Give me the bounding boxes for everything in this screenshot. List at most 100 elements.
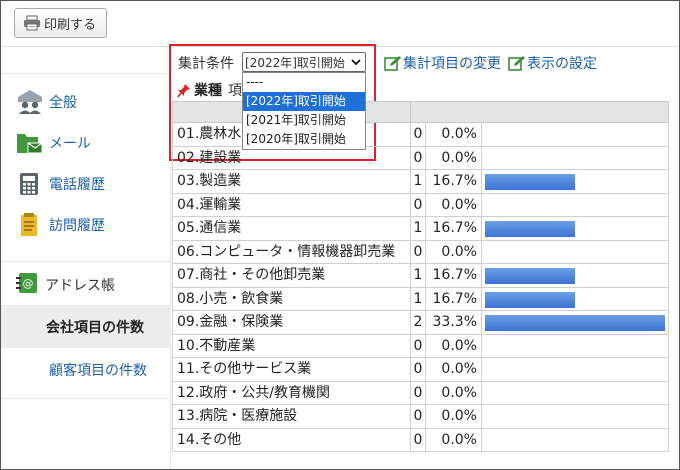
bar-cell: [481, 334, 669, 358]
industry-name-cell: 10.不動産業: [172, 334, 410, 358]
sidebar-item-label: 会社項目の件数: [46, 320, 144, 336]
percent-cell: 16.7%: [425, 287, 481, 311]
printer-icon: [24, 15, 40, 31]
table-row: 09.金融・保険業 2 33.3%: [172, 311, 669, 335]
percent-cell: 16.7%: [425, 264, 481, 288]
bar-cell: [481, 405, 669, 429]
table-row: 05.通信業 1 16.7%: [172, 217, 669, 241]
percent-cell: 0.0%: [425, 123, 481, 147]
bar-cell: [481, 264, 669, 288]
table-row: 07.商社・その他卸売業 1 16.7%: [172, 264, 669, 288]
sidebar-item-address-book[interactable]: @ アドレス帳: [1, 261, 171, 303]
industry-name-cell: 04.運輸業: [172, 193, 410, 217]
count-cell: 1: [410, 217, 425, 241]
bar-cell: [481, 217, 669, 241]
sidebar-item-phone-history[interactable]: 電話履歴: [1, 164, 171, 204]
sidebar-item-label: 電話履歴: [49, 177, 105, 193]
svg-text:@: @: [23, 277, 34, 290]
count-cell: 0: [410, 405, 425, 429]
count-cell: 0: [410, 334, 425, 358]
bar-cell: [481, 193, 669, 217]
bar-cell: [481, 240, 669, 264]
sidebar-header: [1, 47, 171, 74]
display-settings-link[interactable]: 表示の設定: [508, 53, 597, 73]
print-button-label: 印刷する: [44, 17, 97, 33]
count-cell: 1: [410, 170, 425, 194]
percent-cell: 0.0%: [425, 334, 481, 358]
table-row: 03.製造業 1 16.7%: [172, 170, 669, 194]
section-title: 業種: [194, 83, 222, 99]
bar-cell: [481, 146, 669, 170]
people-icon: [18, 90, 42, 114]
edit-icon: [384, 55, 401, 71]
share-bar: [485, 315, 665, 331]
bar-cell: [481, 123, 669, 147]
address-book-icon: @: [16, 273, 37, 293]
percent-cell: 16.7%: [425, 217, 481, 241]
pin-icon: [177, 83, 190, 97]
notepad-icon: [21, 213, 37, 236]
percent-cell: 0.0%: [425, 405, 481, 429]
phone-icon: [20, 173, 38, 195]
percent-cell: 0.0%: [425, 381, 481, 405]
industry-name-cell: 07.商社・その他卸売業: [172, 264, 410, 288]
count-cell: 0: [410, 381, 425, 405]
toolbar: 印刷する: [1, 1, 679, 47]
industry-name-cell: 08.小売・飲食業: [172, 287, 410, 311]
dropdown-option[interactable]: [2020年]取引開始: [243, 130, 365, 149]
sidebar-item-label: 全般: [49, 95, 77, 111]
condition-select[interactable]: [2022年]取引開始: [242, 52, 366, 72]
dropdown-option[interactable]: ----: [243, 73, 365, 92]
industry-name-cell: 09.金融・保険業: [172, 311, 410, 335]
sidebar-item-customer-count[interactable]: 顧客項目の件数: [1, 349, 171, 391]
count-cell: 0: [410, 146, 425, 170]
table-row: 10.不動産業 0 0.0%: [172, 334, 669, 358]
percent-cell: 0.0%: [425, 193, 481, 217]
count-cell: 0: [410, 123, 425, 147]
bar-cell: [481, 170, 669, 194]
table-row: 06.コンピュータ・情報機器卸売業 0 0.0%: [172, 240, 669, 264]
count-cell: 0: [410, 240, 425, 264]
table-row: 04.運輸業 0 0.0%: [172, 193, 669, 217]
count-cell: 0: [410, 358, 425, 382]
industry-name-cell: 03.製造業: [172, 170, 410, 194]
bar-cell: [481, 428, 669, 452]
dropdown-option[interactable]: [2021年]取引開始: [243, 111, 365, 130]
bar-cell: [481, 358, 669, 382]
sidebar-item-visit-history[interactable]: 訪問履歴: [1, 205, 171, 245]
sidebar-item-label: 顧客項目の件数: [49, 363, 147, 379]
sidebar-item-label: 訪問履歴: [49, 218, 105, 234]
dropdown-option[interactable]: [2022年]取引開始: [243, 92, 365, 111]
industry-name-cell: 14.その他: [172, 428, 410, 452]
percent-cell: 0.0%: [425, 358, 481, 382]
bar-cell: [481, 381, 669, 405]
table-row: 13.病院・医療施設 0 0.0%: [172, 405, 669, 429]
industry-name-cell: 13.病院・医療施設: [172, 405, 410, 429]
divider: [1, 398, 171, 399]
condition-label: 集計条件: [178, 56, 234, 72]
count-cell: 1: [410, 264, 425, 288]
industry-name-cell: 11.その他サービス業: [172, 358, 410, 382]
percent-cell: 0.0%: [425, 428, 481, 452]
sidebar-item-company-count[interactable]: 会社項目の件数: [1, 305, 171, 348]
percent-cell: 33.3%: [425, 311, 481, 335]
mail-folder-icon: [17, 134, 43, 154]
change-items-link[interactable]: 集計項目の変更: [384, 53, 501, 73]
industry-name-cell: 12.政府・公共/教育機関: [172, 381, 410, 405]
industry-name-cell: 05.通信業: [172, 217, 410, 241]
percent-cell: 0.0%: [425, 240, 481, 264]
bar-cell: [481, 311, 669, 335]
industry-name-cell: 02.建設業: [172, 146, 410, 170]
table-row: 14.その他 0 0.0%: [172, 428, 669, 452]
sidebar-item-label: アドレス帳: [45, 278, 115, 294]
print-button[interactable]: 印刷する: [14, 8, 107, 38]
sidebar-item-general[interactable]: 全般: [1, 82, 171, 122]
condition-dropdown: ---- [2022年]取引開始 [2021年]取引開始 [2020年]取引開始: [242, 72, 366, 150]
edit-icon: [508, 55, 525, 71]
sidebar-item-mail[interactable]: メール: [1, 123, 171, 163]
count-cell: 0: [410, 193, 425, 217]
share-bar: [485, 221, 575, 237]
sidebar-item-label: メール: [49, 136, 91, 152]
table-row: 12.政府・公共/教育機関 0 0.0%: [172, 381, 669, 405]
display-settings-label: 表示の設定: [527, 56, 597, 72]
